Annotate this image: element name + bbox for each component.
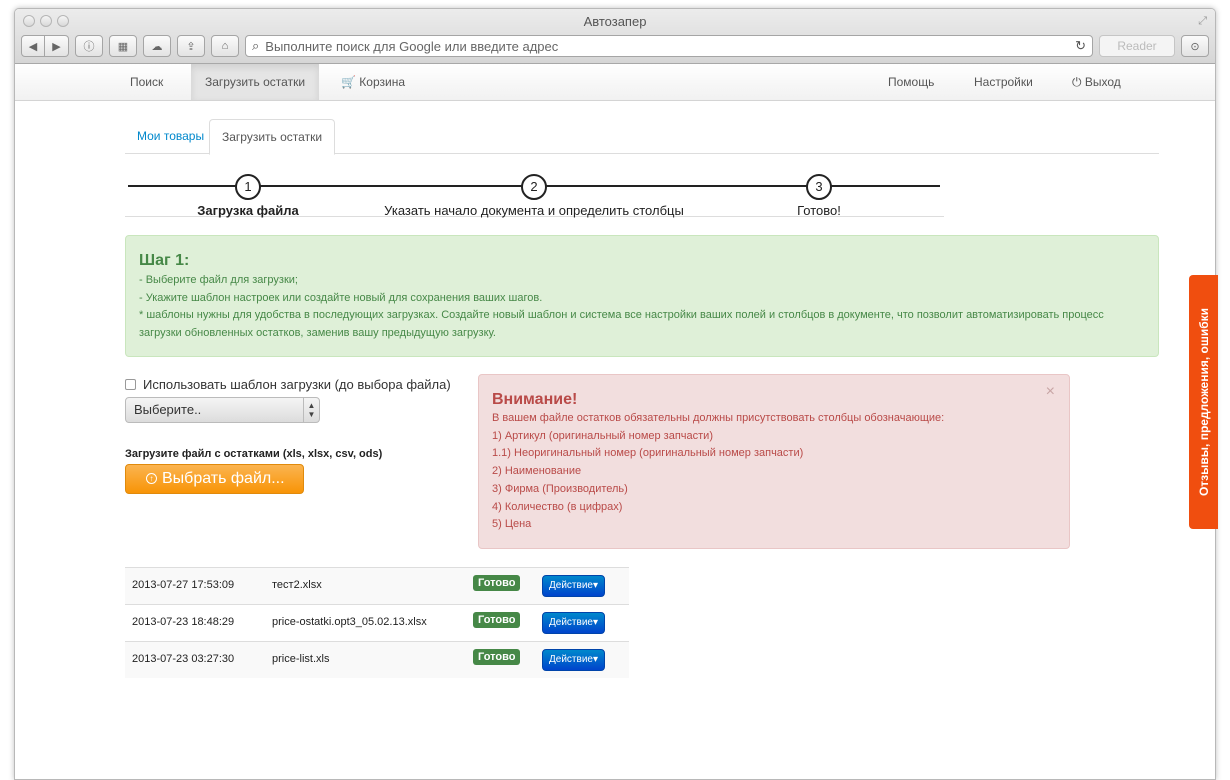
upload-icon: ↑ <box>146 473 157 484</box>
wizard-steps: 1 Загрузка файла 2 Указать начало докуме… <box>125 173 944 218</box>
nav-search[interactable]: Поиск <box>116 64 177 100</box>
browser-toolbar: ◀ ▶ ⓘ ▦ ☁ ⇪ ⌂ ⌕ Выполните поиск для Goog… <box>21 34 1209 58</box>
share-icon[interactable]: ⇪ <box>177 35 205 57</box>
warning-item: 4) Количество (в цифрах) <box>492 500 623 513</box>
search-icon: ⌕ <box>252 38 260 53</box>
fullscreen-icon[interactable]: ⤢ <box>1198 15 1207 28</box>
browser-window: Автозапер ⤢ ◀ ▶ ⓘ ▦ ☁ ⇪ ⌂ ⌕ Выполните по… <box>14 8 1216 780</box>
warning-intro: В вашем файле остатков обязательны должн… <box>492 412 945 424</box>
app-navbar: Поиск Загрузить остатки 🛒 Корзина Помощь… <box>15 64 1215 101</box>
uploads-table: 2013-07-27 17:53:09 тест2.xlsx Готово Де… <box>125 567 629 678</box>
step-info-line: - Выберите файл для загрузки; <box>139 274 298 286</box>
upload-filename: тест2.xlsx <box>272 579 322 591</box>
warning-item: 5) Цена <box>492 518 532 531</box>
step-info-line: - Укажите шаблон настроек или создайте н… <box>139 291 543 304</box>
power-icon: ⏻ <box>1072 75 1082 89</box>
upload-date: 2013-07-23 18:48:29 <box>132 616 235 628</box>
nav-settings[interactable]: Настройки <box>960 64 1047 100</box>
caret-down-icon: ▾ <box>592 580 598 591</box>
address-input[interactable]: Выполните поиск для Google или введите а… <box>265 39 1069 54</box>
upload-filename: price-ostatki.opt3_05.02.13.xlsx <box>272 616 427 628</box>
caret-down-icon: ▾ <box>592 617 598 628</box>
nav-logout-label: Выход <box>1084 75 1121 89</box>
status-badge: Готово <box>473 575 521 591</box>
choose-file-label: Выбрать файл... <box>162 470 285 487</box>
nav-upload[interactable]: Загрузить остатки <box>191 64 320 100</box>
nav-logout[interactable]: ⏻ Выход <box>1058 64 1135 100</box>
content-tabs: Мои товары Загрузить остатки <box>125 119 1159 155</box>
browser-titlebar: Автозапер ⤢ ◀ ▶ ⓘ ▦ ☁ ⇪ ⌂ ⌕ Выполните по… <box>15 9 1215 64</box>
address-bar[interactable]: ⌕ Выполните поиск для Google или введите… <box>245 35 1093 57</box>
action-dropdown-button[interactable]: Действие▾ <box>542 649 605 671</box>
cloud-icon[interactable]: ☁ <box>143 35 171 57</box>
warning-item: 1) Артикул (оригинальный номер запчасти) <box>492 429 713 442</box>
feedback-tab[interactable]: Отзывы, предложения, ошибки <box>1189 275 1218 529</box>
home-icon[interactable]: ⌂ <box>211 35 239 57</box>
status-badge: Готово <box>473 612 521 628</box>
nav-help[interactable]: Помощь <box>874 64 948 100</box>
template-checkbox-label[interactable]: Использовать шаблон загрузки (до выбора … <box>143 377 451 392</box>
table-row: 2013-07-23 18:48:29 price-ostatki.opt3_0… <box>125 604 629 641</box>
reload-icon[interactable]: ↻ <box>1075 38 1086 54</box>
upload-filename: price-list.xls <box>272 653 330 665</box>
upload-label: Загрузите файл с остатками (xls, xlsx, c… <box>125 448 383 460</box>
choose-file-button[interactable]: ↑ Выбрать файл... <box>125 464 304 494</box>
template-checkbox[interactable] <box>125 379 136 390</box>
template-select[interactable]: Выберите.. ▲ ▼ <box>125 397 320 423</box>
history-buttons: ◀ ▶ <box>21 35 69 57</box>
top-sites-icon[interactable]: ▦ <box>109 35 137 57</box>
action-dropdown-button[interactable]: Действие▾ <box>542 612 605 634</box>
tab-my-goods[interactable]: Мои товары <box>125 119 216 154</box>
tab-upload[interactable]: Загрузить остатки <box>209 119 336 155</box>
step-1-circle: 1 <box>235 174 261 200</box>
close-icon[interactable]: × <box>1046 383 1055 401</box>
upload-date: 2013-07-27 17:53:09 <box>132 579 235 591</box>
action-dropdown-button[interactable]: Действие▾ <box>542 575 605 597</box>
warning-box: × Внимание! В вашем файле остатков обяза… <box>478 374 1070 549</box>
caret-down-icon: ▾ <box>592 654 598 665</box>
template-select-value: Выберите.. <box>134 402 202 417</box>
warning-item: 3) Фирма (Производитель) <box>492 482 628 495</box>
action-label: Действие <box>549 617 593 628</box>
status-badge: Готово <box>473 649 521 665</box>
step-info-line: * шаблоны нужны для удобства в последующ… <box>139 309 1104 339</box>
step-3-circle: 3 <box>806 174 832 200</box>
action-label: Действие <box>549 580 593 591</box>
forward-button[interactable]: ▶ <box>45 35 69 57</box>
table-row: 2013-07-23 03:27:30 price-list.xls Готов… <box>125 641 629 678</box>
reader-button[interactable]: Reader <box>1099 35 1175 57</box>
window-title: Автозапер <box>583 14 647 29</box>
nav-cart-label: Корзина <box>359 75 406 89</box>
download-icon[interactable]: ⊙ <box>1181 35 1209 57</box>
step-1-label: Загрузка файла <box>197 203 299 218</box>
cart-icon: 🛒 <box>341 75 356 89</box>
upload-date: 2013-07-23 03:27:30 <box>132 653 235 665</box>
step-2-circle: 2 <box>521 174 547 200</box>
step-info-title: Шаг 1: <box>139 252 190 269</box>
nav-cart[interactable]: 🛒 Корзина <box>327 64 419 100</box>
template-checkbox-row: Использовать шаблон загрузки (до выбора … <box>125 377 451 392</box>
warning-item: 1.1) Неоригинальный номер (оригинальный … <box>492 447 804 460</box>
feedback-label: Отзывы, предложения, ошибки <box>1196 307 1211 497</box>
warning-item: 2) Наименование <box>492 465 582 478</box>
step-3-label: Готово! <box>797 203 841 218</box>
table-row: 2013-07-27 17:53:09 тест2.xlsx Готово Де… <box>125 567 629 604</box>
step-2-label: Указать начало документа и определить ст… <box>384 203 684 218</box>
select-arrows-icon: ▲ ▼ <box>303 398 319 422</box>
warning-title: Внимание! <box>492 391 578 408</box>
back-button[interactable]: ◀ <box>21 35 45 57</box>
action-label: Действие <box>549 654 593 665</box>
step-info-box: Шаг 1: - Выберите файл для загрузки; - У… <box>125 235 1159 357</box>
info-icon[interactable]: ⓘ <box>75 35 103 57</box>
